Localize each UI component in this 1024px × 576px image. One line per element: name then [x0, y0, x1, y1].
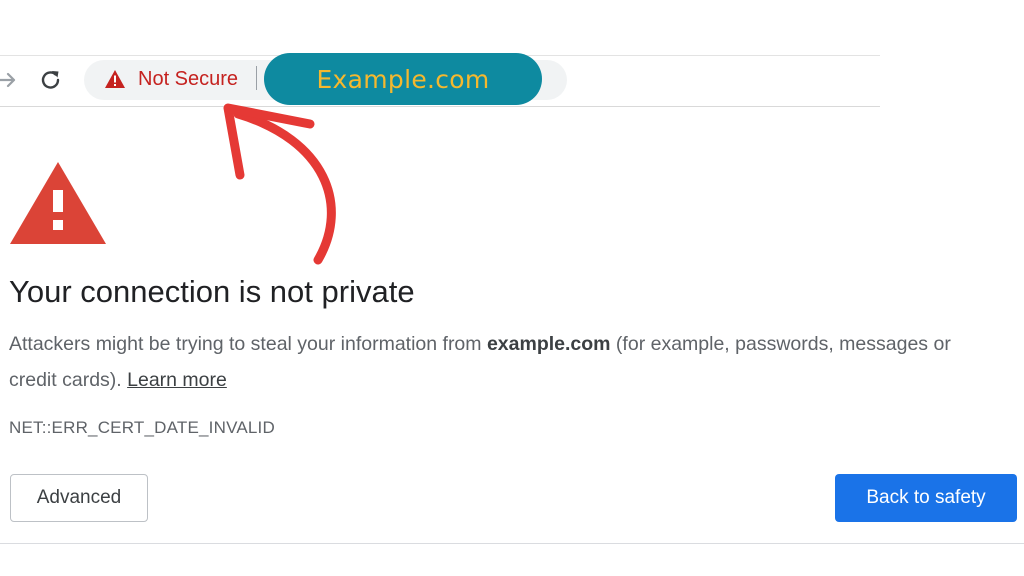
learn-more-link[interactable]: Learn more [127, 369, 227, 391]
back-to-safety-button[interactable]: Back to safety [835, 474, 1017, 522]
warning-triangle-icon[interactable] [104, 69, 126, 89]
url-highlight-text: Example.com [316, 64, 490, 94]
page-bottom-divider [0, 543, 1024, 544]
page-title: Your connection is not private [9, 274, 415, 309]
security-status-label[interactable]: Not Secure [138, 66, 238, 92]
advanced-button[interactable]: Advanced [10, 474, 148, 522]
annotation-arrow-icon [200, 100, 350, 270]
url-highlight-annotation: Example.com [264, 53, 542, 105]
arrow-forward-icon[interactable] [0, 66, 18, 94]
warning-triangle-icon [8, 160, 108, 246]
description-domain: example.com [486, 333, 611, 355]
description-text: Attackers might be trying to steal your … [9, 333, 487, 355]
error-code: NET::ERR_CERT_DATE_INVALID [9, 418, 275, 437]
address-bar-separator [256, 66, 257, 90]
toolbar-bottom-border [0, 106, 880, 107]
error-description: Attackers might be trying to steal your … [9, 326, 969, 398]
reload-icon[interactable] [38, 66, 64, 94]
